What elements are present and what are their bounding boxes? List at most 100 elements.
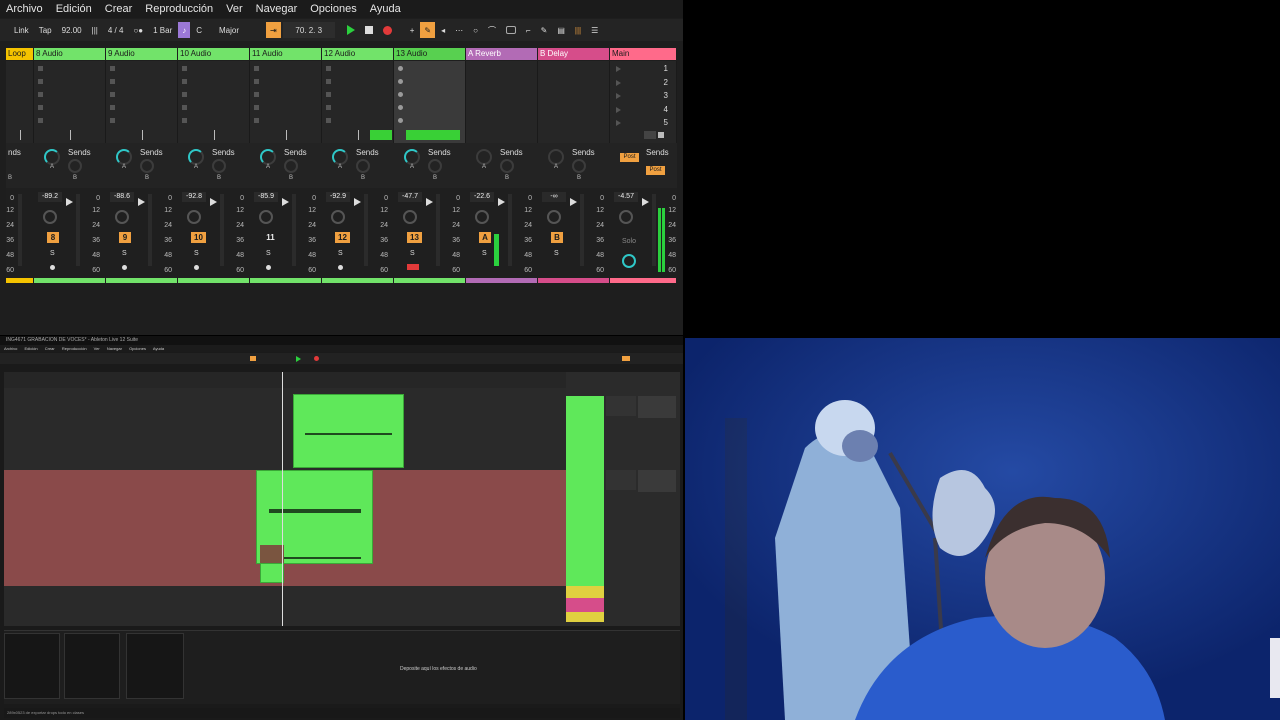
post-button-a[interactable]: Post [620, 153, 639, 162]
send-b-knob[interactable] [140, 159, 154, 173]
solo-button[interactable]: S [338, 250, 343, 257]
menu-opciones[interactable]: Opciones [310, 3, 356, 15]
pan-knob[interactable] [403, 210, 417, 224]
mini-play-icon[interactable] [296, 356, 301, 362]
mix-section[interactable] [638, 470, 676, 492]
send-b-knob[interactable] [428, 159, 442, 173]
send-b-knob[interactable] [68, 159, 82, 173]
record-button[interactable] [379, 22, 396, 38]
clip-slot-stop-button[interactable] [38, 66, 43, 71]
volume-readout[interactable]: -85.9 [254, 192, 278, 202]
mini-record-icon[interactable] [314, 356, 319, 361]
mini-arrangement-icon[interactable] [250, 356, 256, 361]
track-activator-button[interactable]: B [551, 232, 563, 243]
clip-slot-stop-button[interactable] [38, 92, 43, 97]
volume-fader-handle[interactable] [66, 198, 73, 206]
clip-slot-stop-button[interactable] [110, 66, 115, 71]
draw-mode-icon[interactable]: ✎ [537, 22, 552, 38]
mix-section[interactable] [638, 396, 676, 418]
playing-clip-bar[interactable] [406, 130, 460, 140]
clip-slot-stop-button[interactable] [110, 79, 115, 84]
track-activator-button[interactable]: 9 [119, 232, 131, 243]
track-header-1[interactable]: Loop [6, 48, 33, 60]
clip-slot-stop-button[interactable] [38, 118, 43, 123]
pan-knob[interactable] [331, 210, 345, 224]
solo-button[interactable]: S [266, 250, 271, 257]
mini-menu-opciones[interactable]: Opciones [129, 346, 146, 351]
clip-slot-stop-button[interactable] [110, 92, 115, 97]
clip-slot-stop-button[interactable] [398, 118, 403, 123]
volume-fader-handle[interactable] [570, 198, 577, 206]
clip-slot-stop-button[interactable] [254, 118, 259, 123]
volume-fader-handle[interactable] [282, 198, 289, 206]
track-activator-button[interactable]: 10 [191, 232, 206, 243]
volume-fader-handle[interactable] [498, 198, 505, 206]
volume-readout[interactable]: -47.7 [398, 192, 422, 202]
volume-readout[interactable]: -88.6 [110, 192, 134, 202]
link-button[interactable]: Link [10, 22, 33, 38]
clip-slot-stop-button[interactable] [326, 118, 331, 123]
track-header-6[interactable]: 12 Audio [322, 48, 393, 60]
track-header-3[interactable]: 9 Audio [106, 48, 177, 60]
audio-clip[interactable] [293, 394, 404, 468]
capture-icon[interactable]: ⋯ [451, 22, 467, 38]
stop-all-clips-icon[interactable] [644, 131, 656, 139]
play-button[interactable] [343, 22, 359, 38]
send-a-knob[interactable] [404, 149, 420, 165]
track-activator-button[interactable]: 13 [407, 232, 422, 243]
track-activator-button[interactable]: 8 [47, 232, 59, 243]
clip-slot-stop-button[interactable] [182, 105, 187, 110]
clip-slot-stop-button[interactable] [398, 79, 403, 84]
scale-mode-icon[interactable]: ♪ [178, 22, 191, 38]
track-header-2[interactable]: 8 Audio [34, 48, 105, 60]
metronome-icon[interactable]: ||| [88, 22, 102, 38]
clip-slot-stop-button[interactable] [38, 79, 43, 84]
clip-slot-stop-button[interactable] [182, 118, 187, 123]
solo-label[interactable]: Solo [622, 238, 636, 245]
menu-reproduccion[interactable]: Reproducción [145, 3, 213, 15]
send-a-knob[interactable] [116, 149, 132, 165]
record-arm-button[interactable] [194, 265, 199, 270]
clip-slot-stop-button[interactable] [38, 105, 43, 110]
mini-menu-navegar[interactable]: Navegar [107, 346, 122, 351]
arrangement-track-bottom[interactable] [4, 586, 566, 626]
solo-button[interactable]: S [194, 250, 199, 257]
playing-clip-bar[interactable] [370, 130, 392, 140]
delay-track-header[interactable] [566, 598, 604, 612]
clip-slot-stop-button[interactable] [398, 92, 403, 97]
key-select[interactable]: C [192, 22, 206, 38]
volume-fader-handle[interactable] [426, 198, 433, 206]
send-b-knob[interactable] [500, 159, 514, 173]
scene-number[interactable]: 5 [654, 118, 668, 127]
track-header-4[interactable]: 10 Audio [178, 48, 249, 60]
overdub-icon[interactable]: + [406, 22, 419, 38]
pan-knob[interactable] [43, 210, 57, 224]
clip-slot-stop-button[interactable] [398, 105, 403, 110]
solo-button[interactable]: S [122, 250, 127, 257]
record-arm-button[interactable] [407, 264, 419, 270]
volume-fader-handle[interactable] [642, 198, 649, 206]
volume-readout[interactable]: -4.57 [614, 192, 638, 202]
pan-knob[interactable] [187, 210, 201, 224]
send-a-knob[interactable] [188, 149, 204, 165]
clip-slot-stop-button[interactable] [110, 105, 115, 110]
menu-edicion[interactable]: Edición [56, 3, 92, 15]
menu-navegar[interactable]: Navegar [256, 3, 298, 15]
clip-slot-stop-button[interactable] [326, 79, 331, 84]
punch-in-icon[interactable] [502, 22, 520, 38]
mini-menu-crear[interactable]: Crear [45, 346, 55, 351]
scene-number[interactable]: 2 [654, 78, 668, 87]
tap-button[interactable]: Tap [35, 22, 56, 38]
arrangement-record-icon[interactable]: ⇥ [266, 22, 281, 38]
keyboard-icon[interactable]: ▤ [553, 22, 569, 38]
scene-launch-icon[interactable] [616, 66, 621, 72]
time-signature-field[interactable]: 4 / 4 [104, 22, 128, 38]
volume-readout[interactable]: -∞ [542, 192, 566, 202]
scale-select[interactable]: Major [208, 22, 250, 38]
position-field[interactable]: 70. 2. 3 [282, 22, 335, 38]
track-header-10[interactable]: Main [610, 48, 676, 60]
pan-knob[interactable] [619, 210, 633, 224]
send-b-knob[interactable] [572, 159, 586, 173]
clip-slot-stop-button[interactable] [326, 92, 331, 97]
track-activator-button[interactable]: 12 [335, 232, 350, 243]
